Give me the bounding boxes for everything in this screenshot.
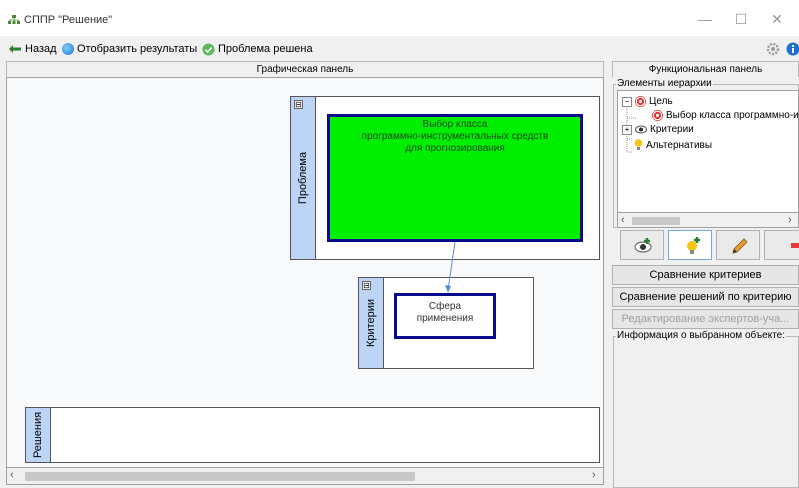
goal-node-line: для прогнозирования — [405, 143, 505, 154]
globe-icon — [62, 43, 74, 55]
title-bar: СППР "Решение" — ☐ ✕ — [0, 0, 799, 36]
solutions-lane-text: Решения — [32, 411, 44, 459]
gear-icon[interactable] — [766, 42, 780, 56]
add-criterion-button[interactable] — [620, 230, 664, 260]
horizontal-scrollbar[interactable]: ‹ › — [6, 468, 604, 485]
info-icon[interactable] — [786, 42, 799, 56]
connection-arrow — [445, 241, 456, 293]
hierarchy-legend: Элементы иерархии — [616, 78, 713, 89]
criteria-lane-label: Критерии — [359, 278, 384, 368]
info-legend: Информация о выбранном объекте: — [616, 330, 787, 341]
problem-lane-label: Проблема — [291, 97, 316, 259]
back-button[interactable]: Назад — [8, 42, 57, 56]
criterion-node[interactable]: Сфера применения — [394, 293, 496, 339]
solutions-lane-label: Решения — [26, 408, 51, 462]
app-icon — [8, 15, 20, 24]
tree-goal-child-label: Выбор класса программно-и — [666, 110, 799, 121]
goal-node-line: Выбор класса — [422, 119, 488, 130]
scroll-right-icon[interactable]: › — [592, 469, 596, 481]
show-results-button[interactable]: Отобразить результаты — [62, 42, 197, 56]
tree-scroll-right-icon[interactable]: › — [788, 214, 792, 226]
tree-item-goal-child[interactable]: Выбор класса программно-и — [652, 110, 799, 121]
back-label: Назад — [25, 43, 57, 55]
scroll-thumb[interactable] — [25, 472, 415, 481]
info-group — [613, 336, 799, 488]
eye-icon — [635, 125, 647, 134]
tree-alternatives-label: Альтернативы — [646, 139, 713, 151]
goal-node-line: программно-инструментальных средств — [361, 131, 549, 142]
criteria-collapse-button[interactable]: ⊟ — [362, 281, 371, 290]
goal-node[interactable]: Выбор класса программно-инструментальных… — [327, 114, 583, 242]
bulb-icon — [634, 139, 643, 150]
problem-lane-text: Проблема — [297, 151, 309, 205]
compare-solutions-button[interactable]: Сравнение решений по критерию — [612, 287, 799, 307]
tree-collapsed-toggle[interactable]: + — [622, 124, 632, 135]
tree-item-goal[interactable]: − Цель — [622, 96, 673, 107]
criteria-lane-text: Критерии — [365, 298, 377, 348]
functional-panel-title: Функциональная панель — [612, 61, 799, 77]
problem-solved-label: Проблема решена — [218, 43, 313, 55]
back-arrow-icon — [9, 45, 21, 53]
tree-expanded-toggle[interactable]: − — [622, 96, 632, 107]
check-icon — [202, 43, 215, 55]
problem-collapse-button[interactable]: ⊟ — [294, 100, 303, 109]
delete-button[interactable] — [764, 230, 799, 260]
criterion-node-line: применения — [416, 313, 474, 324]
edit-experts-button[interactable]: Редактирование экспертов-уча... — [612, 309, 799, 329]
show-results-label: Отобразить результаты — [77, 43, 198, 55]
problem-solved-button[interactable]: Проблема решена — [202, 42, 313, 56]
add-eye-icon — [634, 238, 652, 253]
minimize-button[interactable]: — — [690, 8, 720, 30]
add-alternative-button[interactable] — [668, 230, 712, 260]
tree-horizontal-scrollbar[interactable]: ‹ › — [617, 212, 799, 228]
target-icon — [652, 110, 663, 121]
close-button[interactable]: ✕ — [762, 8, 792, 30]
edit-button[interactable] — [716, 230, 760, 260]
delete-icon — [791, 243, 799, 248]
add-bulb-icon — [687, 237, 700, 254]
criterion-node-line: Сфера — [428, 301, 462, 312]
tree-item-criteria[interactable]: + Критерии — [622, 124, 694, 135]
pencil-icon — [732, 238, 748, 254]
hierarchy-tree: − Цель Выбор класса программно-и + Крите… — [617, 90, 799, 228]
maximize-button[interactable]: ☐ — [726, 8, 756, 30]
scroll-left-icon[interactable]: ‹ — [10, 469, 14, 481]
solutions-lane — [25, 407, 600, 463]
tree-scroll-thumb[interactable] — [632, 217, 680, 225]
tree-item-alternatives[interactable]: Альтернативы — [634, 139, 712, 151]
tree-scroll-left-icon[interactable]: ‹ — [621, 214, 625, 226]
toolbar: Назад Отобразить результаты Проблема реш… — [0, 38, 799, 60]
compare-criteria-button[interactable]: Сравнение критериев — [612, 265, 799, 285]
tree-criteria-label: Критерии — [650, 124, 694, 135]
tree-goal-label: Цель — [649, 96, 673, 107]
window-title: СППР "Решение" — [24, 14, 113, 26]
graphic-panel-title: Графическая панель — [6, 61, 604, 77]
target-icon — [635, 96, 646, 107]
